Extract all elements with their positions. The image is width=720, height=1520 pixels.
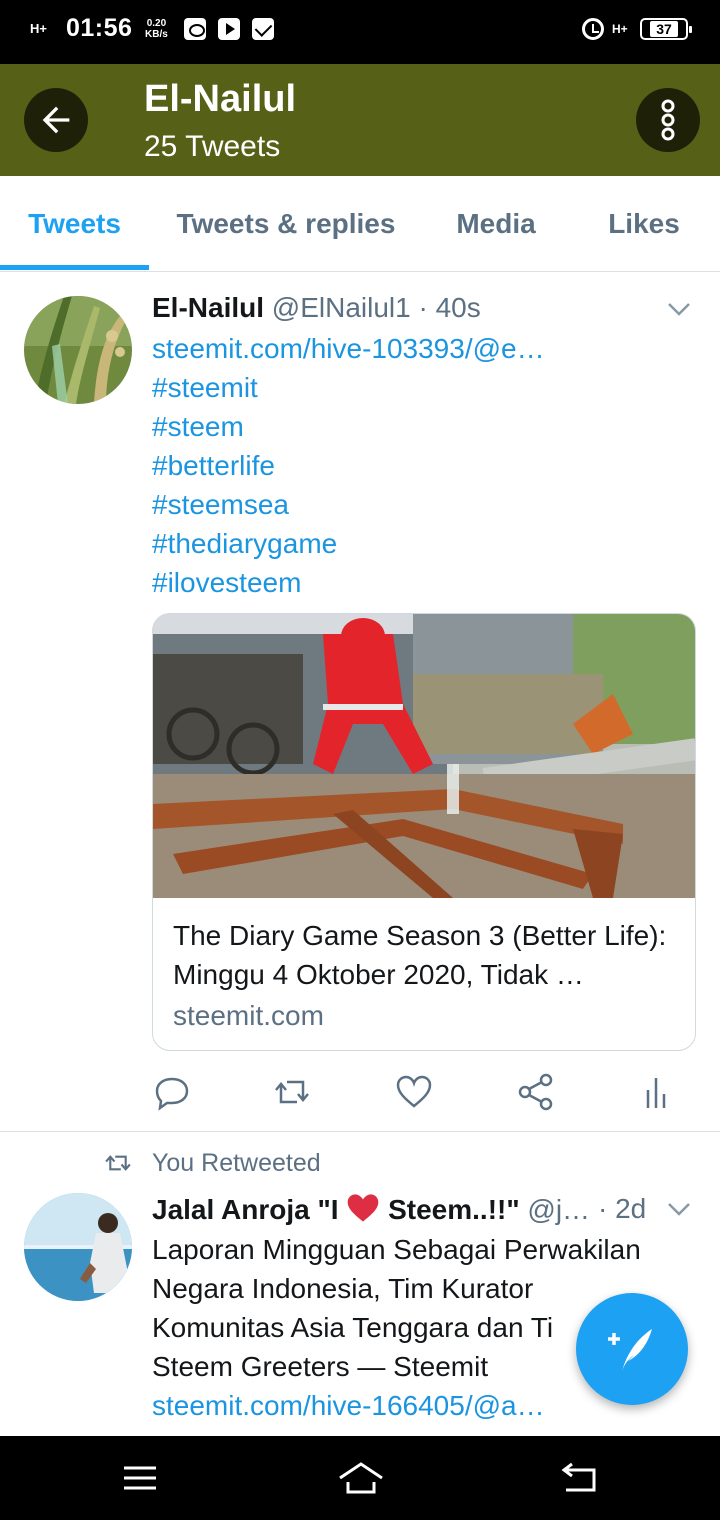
hashtag[interactable]: #ilovesteem — [152, 563, 301, 602]
active-tab-indicator — [0, 265, 149, 270]
chat-notification-icon — [184, 17, 207, 40]
home-icon[interactable] — [336, 1456, 386, 1500]
retweet-icon[interactable] — [272, 1072, 312, 1112]
tab-media[interactable]: Media — [440, 176, 552, 272]
tweet-header: Jalal Anroja "I Steem..!!" @j… — [152, 1193, 590, 1226]
right-network-type: H+ — [612, 22, 628, 36]
compose-feather-icon — [608, 1329, 652, 1371]
network-speed: 0.20 KB/s — [140, 18, 172, 40]
card-domain: steemit.com — [173, 1000, 324, 1031]
avatar[interactable] — [24, 1193, 132, 1301]
profile-header: El-Nailul 25 Tweets — [0, 64, 720, 176]
tweet-link[interactable]: steemit.com/hive-166405/@a… — [152, 1386, 545, 1425]
youtube-notification-icon — [218, 17, 241, 40]
chevron-down-icon[interactable] — [666, 1196, 692, 1222]
tab-tweets[interactable]: Tweets — [0, 176, 149, 272]
retweet-context: You Retweeted — [104, 1146, 321, 1180]
author-name-part: Jalal Anroja "I — [152, 1194, 347, 1225]
alarm-icon — [582, 18, 604, 40]
more-vertical-icon — [661, 99, 675, 141]
tweet-text-line: Steem Greeters — Steemit — [152, 1351, 489, 1382]
status-right: H+ 37 — [582, 18, 692, 40]
tweet-text-line: Laporan Mingguan Sebagai Perwakilan — [152, 1234, 641, 1265]
arrow-left-icon — [42, 106, 70, 134]
tweet-count: 25 Tweets — [144, 130, 281, 163]
menu-icon[interactable] — [118, 1456, 162, 1500]
retweet-label: You Retweeted — [152, 1148, 321, 1177]
tweet-actions — [152, 1066, 692, 1116]
retweet-icon — [105, 1155, 131, 1171]
network-indicator: H+ — [30, 20, 58, 36]
card-title: The Diary Game Season 3 (Better Life): M… — [173, 920, 667, 990]
author-meta: @ElNailul1 · 40s — [271, 292, 481, 323]
tweet-text-line: Komunitas Asia Tenggara dan Ti — [152, 1312, 554, 1343]
tab-tweets-replies[interactable]: Tweets & replies — [160, 176, 412, 272]
tweet-text-line: Negara Indonesia, Tim Kurator — [152, 1273, 534, 1304]
chevron-down-icon[interactable] — [666, 296, 692, 322]
mail-notification-icon — [252, 17, 275, 40]
battery-icon: 37 — [640, 18, 692, 40]
author-name[interactable]: Jalal Anroja "I Steem..!!" — [152, 1194, 520, 1225]
share-icon[interactable] — [516, 1072, 556, 1112]
link-preview-card[interactable]: The Diary Game Season 3 (Better Life): M… — [152, 613, 696, 1051]
status-left: H+ 01:56 0.20 KB/s — [30, 14, 275, 43]
compose-tweet-button[interactable] — [576, 1293, 688, 1405]
back-nav-icon[interactable] — [558, 1456, 602, 1500]
tab-likes[interactable]: Likes — [596, 176, 692, 272]
hashtag[interactable]: #steemit — [152, 368, 258, 407]
tweet-header: El-Nailul @ElNailul1 · 40s — [152, 292, 481, 324]
clock: 01:56 — [66, 14, 133, 42]
network-type: H+ — [30, 20, 47, 36]
hashtag[interactable]: #steem — [152, 407, 244, 446]
heart-emoji-icon — [348, 1194, 379, 1222]
hashtag[interactable]: #steemsea — [152, 485, 289, 524]
author-name[interactable]: El-Nailul — [152, 292, 264, 323]
system-navigation-bar — [0, 1436, 720, 1520]
status-bar: H+ 01:56 0.20 KB/s H+ 37 — [0, 0, 720, 64]
profile-tabs: Tweets Tweets & replies Media Likes — [0, 176, 720, 272]
hashtag[interactable]: #thediarygame — [152, 524, 337, 563]
back-button[interactable] — [24, 88, 88, 152]
like-icon[interactable] — [394, 1072, 434, 1112]
speed-value: 0.20 — [146, 17, 167, 29]
tweet-link[interactable]: steemit.com/hive-103393/@e… — [152, 329, 545, 368]
speed-unit: KB/s — [145, 28, 168, 40]
avatar[interactable] — [24, 296, 132, 404]
battery-level: 37 — [650, 21, 678, 37]
analytics-icon[interactable] — [636, 1072, 676, 1112]
page-title: El-Nailul — [144, 78, 297, 120]
reply-icon[interactable] — [152, 1072, 192, 1112]
card-image — [153, 614, 695, 898]
tweet-time: · 2d — [598, 1193, 647, 1224]
more-options-button[interactable] — [636, 88, 700, 152]
hashtag[interactable]: #betterlife — [152, 446, 275, 485]
author-name-part: Steem..!!" — [380, 1194, 520, 1225]
tweet-divider — [0, 1131, 720, 1132]
author-handle: @j… — [527, 1194, 591, 1225]
